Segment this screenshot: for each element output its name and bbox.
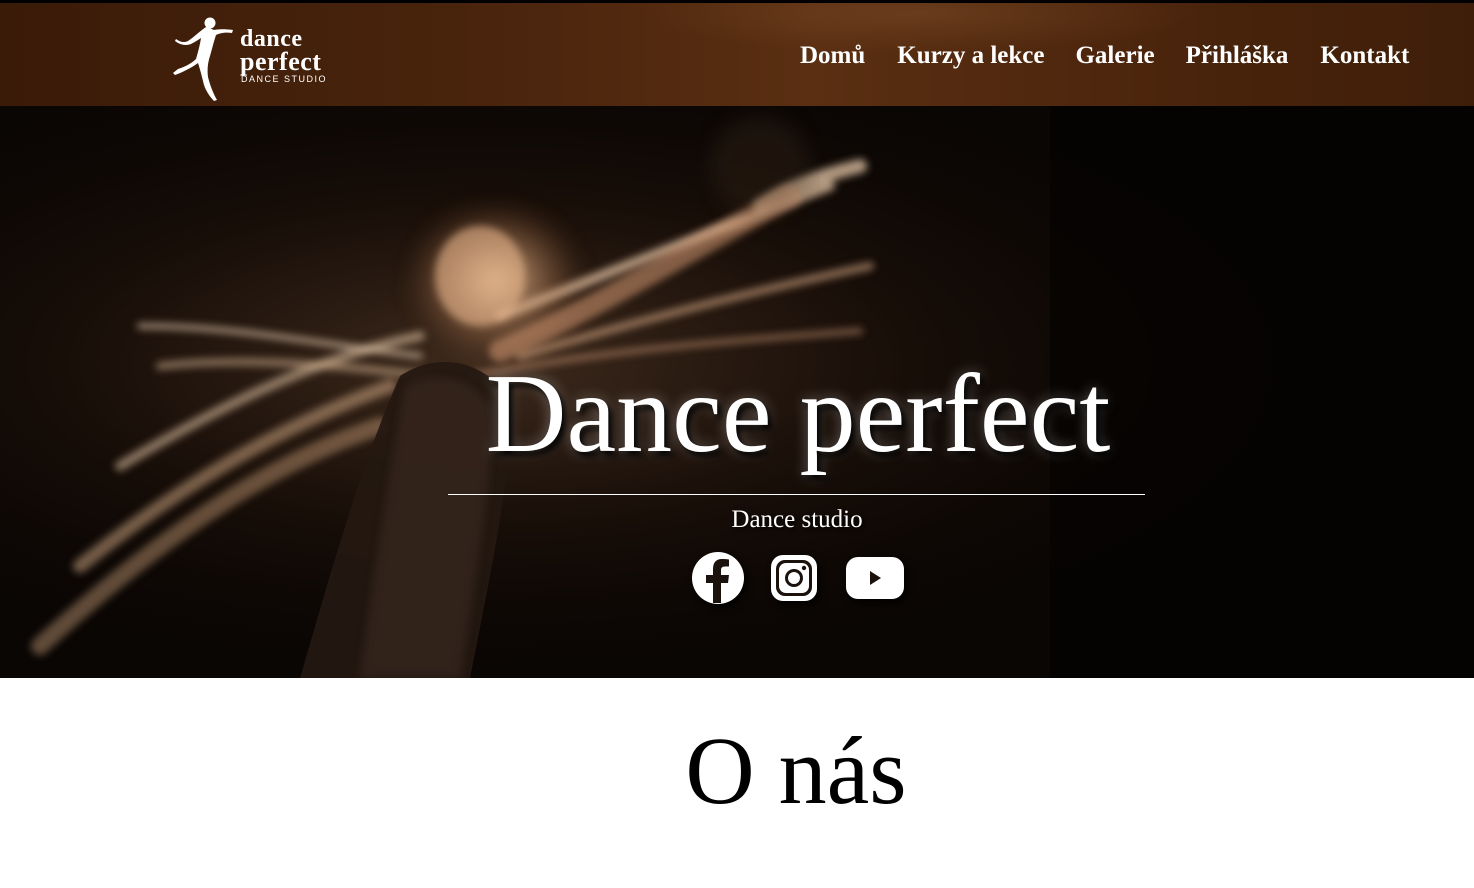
main-nav: Domů Kurzy a lekce Galerie Přihláška Kon…	[800, 41, 1409, 75]
about-heading: O nás	[685, 717, 907, 824]
hero-subtitle: Dance studio	[731, 506, 863, 533]
facebook-link[interactable]	[691, 551, 745, 607]
instagram-link[interactable]	[770, 551, 818, 607]
nav-item-gallery[interactable]: Galerie	[1075, 41, 1154, 75]
nav-item-contact[interactable]: Kontakt	[1320, 41, 1409, 75]
site-header: dance perfect DANCE STUDIO Domů Kurzy a …	[0, 3, 1474, 106]
youtube-link[interactable]	[845, 551, 905, 607]
hero-title: Dance perfect	[485, 352, 1111, 476]
about-section: O nás	[0, 678, 1474, 888]
dancer-logo-icon	[173, 17, 233, 101]
logo[interactable]: dance perfect DANCE STUDIO	[170, 11, 340, 103]
logo-text-perfect: perfect	[240, 47, 322, 76]
nav-item-home[interactable]: Domů	[800, 41, 865, 75]
nav-item-courses[interactable]: Kurzy a lekce	[897, 41, 1044, 75]
hero-divider	[448, 494, 1145, 495]
logo-text-tagline: DANCE STUDIO	[241, 74, 328, 84]
nav-item-registration[interactable]: Přihláška	[1186, 41, 1289, 75]
hero-section: Dance perfect Dance studio	[0, 106, 1474, 678]
youtube-icon	[846, 557, 904, 599]
facebook-icon	[692, 552, 744, 604]
instagram-icon	[771, 555, 817, 601]
